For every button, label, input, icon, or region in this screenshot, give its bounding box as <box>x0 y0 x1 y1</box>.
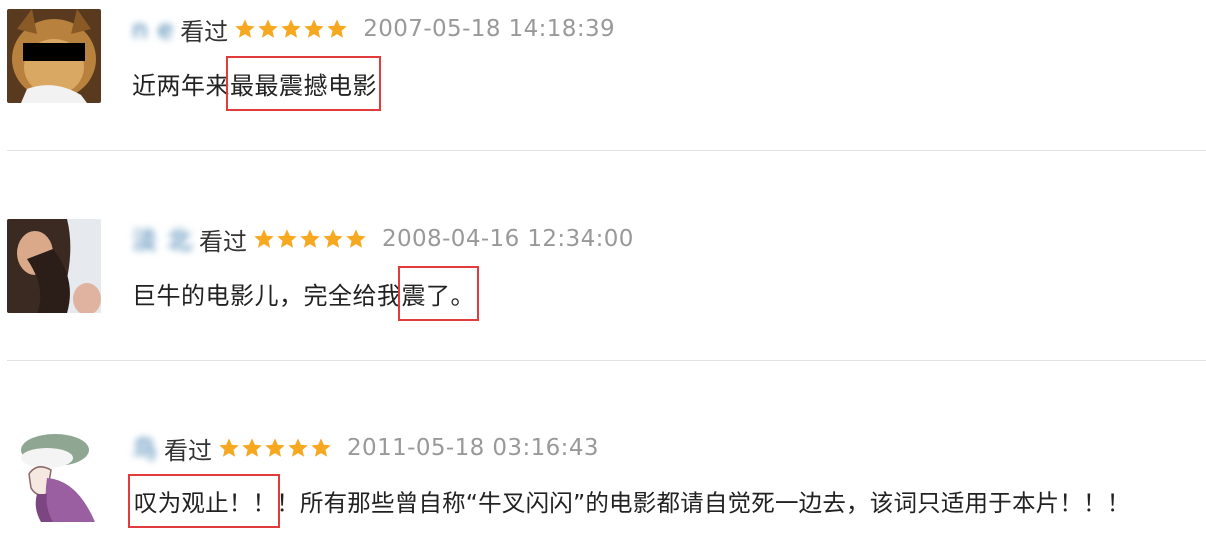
avatar[interactable] <box>7 219 101 313</box>
rating-stars <box>234 18 349 40</box>
comment-meta: 鸟 看过 2011-05-18 03:16:43 <box>132 431 599 465</box>
comment-time: 2008-04-16 12:34:00 <box>381 226 634 252</box>
star-icon <box>254 229 274 248</box>
highlighted-phrase: 最最震撼电影 <box>226 56 381 111</box>
watched-label: 看过 <box>198 227 247 256</box>
comment-meta: 淡 北 看过 2008-04-16 12:34:00 <box>132 222 634 256</box>
highlighted-phrase: 震了。 <box>397 266 479 321</box>
comment-time: 2007-05-18 14:18:39 <box>363 16 616 42</box>
star-icon <box>346 229 366 248</box>
star-icon <box>300 229 320 248</box>
watched-label: 看过 <box>180 17 229 46</box>
star-icon <box>235 19 255 38</box>
star-icon <box>281 19 301 38</box>
comment-text-before: 巨牛的电影儿，完全给我 <box>132 282 402 310</box>
star-icon <box>327 19 347 38</box>
star-icon <box>265 438 285 457</box>
username-link[interactable]: 淡 北 <box>132 221 193 257</box>
username-link[interactable]: n e <box>132 15 174 44</box>
comment-text: 近两年来最最震撼电影 <box>132 56 381 111</box>
star-icon <box>323 229 343 248</box>
comment-time: 2011-05-18 03:16:43 <box>347 435 599 461</box>
comment-text: 叹为观止！！！所有那些曾自称“牛叉闪闪”的电影都请自觉死一边去，该词只适用于本片… <box>127 474 1131 528</box>
username-link[interactable]: 鸟 <box>132 430 158 466</box>
rating-stars <box>218 437 333 459</box>
comment-text-before: 近两年来 <box>132 72 230 100</box>
divider <box>7 360 1206 361</box>
star-icon <box>219 438 239 457</box>
comment-text: 巨牛的电影儿，完全给我震了。 <box>132 266 479 321</box>
star-icon <box>277 229 297 248</box>
rating-stars <box>253 228 368 250</box>
watched-label: 看过 <box>164 436 213 465</box>
divider <box>7 150 1206 151</box>
star-icon <box>304 19 324 38</box>
star-icon <box>242 438 262 457</box>
star-icon <box>311 438 331 457</box>
star-icon <box>258 19 278 38</box>
highlighted-phrase: 叹为观止！！ <box>127 474 281 528</box>
star-icon <box>288 438 308 457</box>
avatar[interactable] <box>7 428 101 522</box>
avatar[interactable] <box>7 9 101 103</box>
comment-text-after: ！所有那些曾自称“牛叉闪闪”的电影都请自觉死一边去，该词只适用于本片！！！ <box>276 489 1131 517</box>
comment-meta: n e 看过 2007-05-18 14:18:39 <box>132 12 615 46</box>
